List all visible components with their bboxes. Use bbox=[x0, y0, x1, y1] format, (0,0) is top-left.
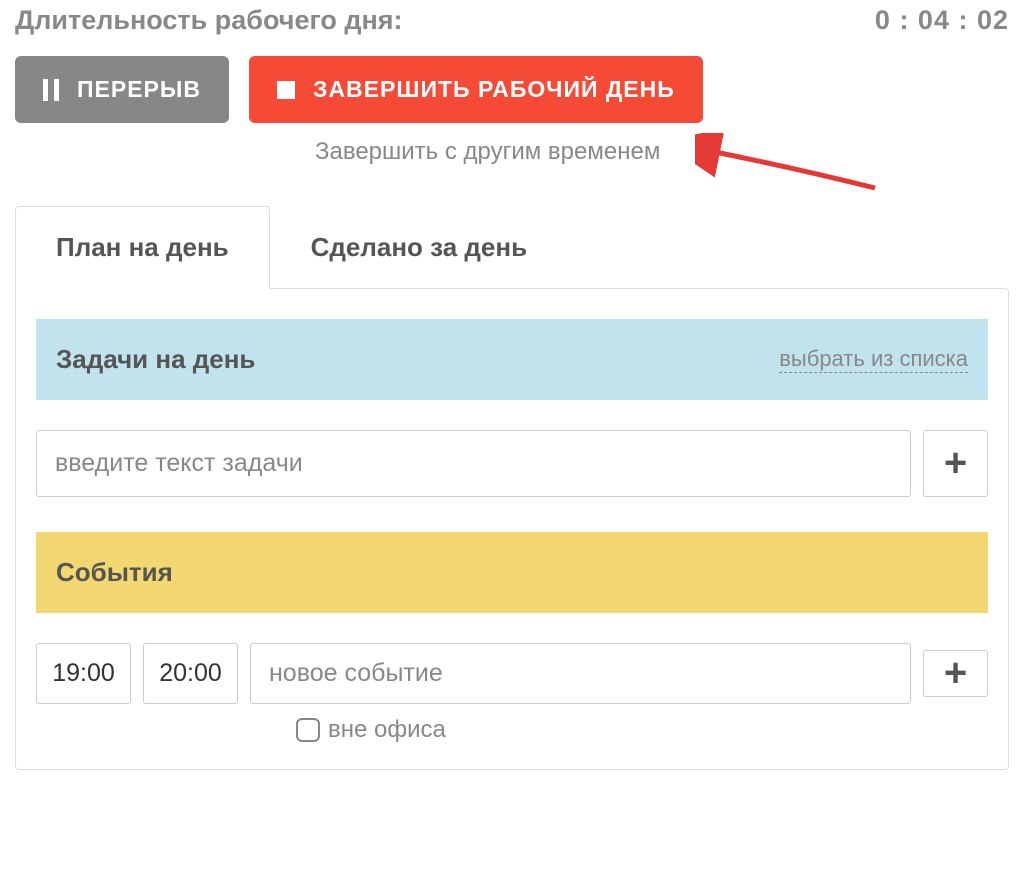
event-time-to-input[interactable] bbox=[143, 643, 238, 704]
pause-button-label: ПЕРЕРЫВ bbox=[77, 76, 201, 103]
arrow-icon bbox=[695, 133, 885, 193]
finish-other-time-link[interactable]: Завершить с другим временем bbox=[315, 138, 660, 165]
tab-plan[interactable]: План на день bbox=[15, 206, 270, 289]
tasks-section-header: Задачи на день выбрать из списка bbox=[36, 319, 988, 400]
out-of-office-checkbox[interactable] bbox=[296, 718, 320, 742]
out-of-office-label: вне офиса bbox=[328, 716, 446, 744]
stop-button-label: ЗАВЕРШИТЬ РАБОЧИЙ ДЕНЬ bbox=[313, 76, 675, 103]
add-task-button[interactable]: + bbox=[923, 430, 988, 497]
header-row: Длительность рабочего дня: 0 : 04 : 02 bbox=[15, 5, 1009, 36]
duration-label: Длительность рабочего дня: bbox=[15, 5, 403, 36]
tabs: План на день Сделано за день bbox=[15, 206, 1009, 289]
timer-value: 0 : 04 : 02 bbox=[875, 5, 1009, 36]
event-input-row: + bbox=[36, 643, 988, 704]
events-section-header: События bbox=[36, 532, 988, 613]
add-event-button[interactable]: + bbox=[923, 650, 988, 697]
pause-icon bbox=[43, 79, 59, 101]
events-title: События bbox=[56, 557, 173, 588]
choose-from-list-link[interactable]: выбрать из списка bbox=[779, 346, 968, 373]
button-row: ПЕРЕРЫВ ЗАВЕРШИТЬ РАБОЧИЙ ДЕНЬ bbox=[15, 56, 1009, 123]
event-time-from-input[interactable] bbox=[36, 643, 131, 704]
stop-button[interactable]: ЗАВЕРШИТЬ РАБОЧИЙ ДЕНЬ bbox=[249, 56, 703, 123]
task-input-row: + bbox=[36, 430, 988, 497]
stop-icon bbox=[277, 81, 295, 99]
pause-button[interactable]: ПЕРЕРЫВ bbox=[15, 56, 229, 123]
task-input[interactable] bbox=[36, 430, 911, 497]
tasks-title: Задачи на день bbox=[56, 344, 255, 375]
tab-content: Задачи на день выбрать из списка + Событ… bbox=[15, 288, 1009, 770]
event-text-input[interactable] bbox=[250, 643, 911, 704]
out-of-office-row: вне офиса bbox=[296, 716, 988, 744]
finish-other-row: Завершить с другим временем bbox=[315, 138, 1009, 166]
tab-done[interactable]: Сделано за день bbox=[270, 206, 568, 289]
